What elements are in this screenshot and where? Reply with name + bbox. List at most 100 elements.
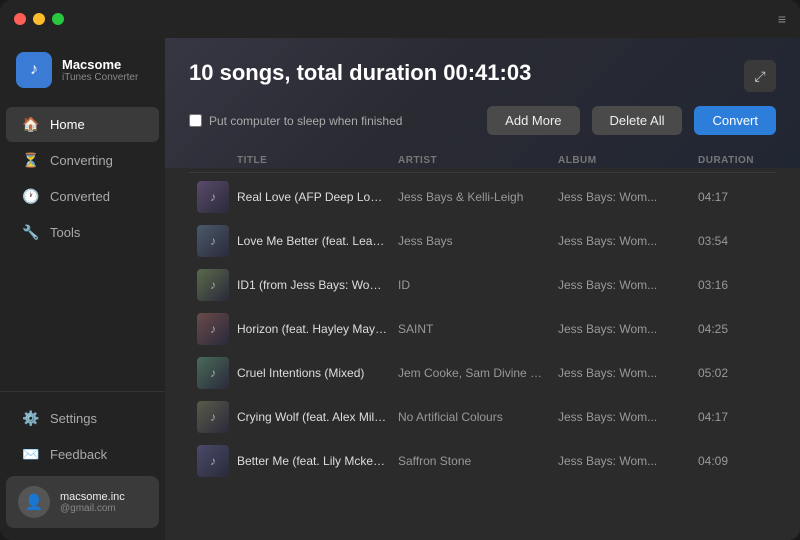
song-album-2: Jess Bays: Wom... — [558, 278, 698, 292]
song-artist-4: Jem Cooke, Sam Divine & Ha... — [398, 366, 558, 380]
song-duration-3: 04:25 — [698, 322, 768, 336]
song-thumbnail-0: ♪ — [197, 181, 229, 213]
main-content: 10 songs, total duration 00:41:03 ⤢ Put … — [165, 38, 800, 540]
song-duration-0: 04:17 — [698, 190, 768, 204]
song-thumb-inner-0: ♪ — [197, 181, 229, 213]
song-album-0: Jess Bays: Wom... — [558, 190, 698, 204]
song-duration-1: 03:54 — [698, 234, 768, 248]
song-thumb-inner-6: ♪ — [197, 445, 229, 477]
table-row[interactable]: ♪ Real Love (AFP Deep Love Mix) [Mixed] … — [189, 175, 776, 219]
app-window: ≡ ♪ Macsome iTunes Converter 🏠 Home ⏳ Co… — [0, 0, 800, 540]
sidebar-item-tools[interactable]: 🔧 Tools — [6, 215, 159, 250]
song-thumb-inner-4: ♪ — [197, 357, 229, 389]
settings-icon: ⚙️ — [22, 410, 40, 427]
song-title-3: Horizon (feat. Hayley May) [Mixed] — [237, 322, 398, 336]
add-more-button[interactable]: Add More — [487, 106, 579, 135]
th-title: TITLE — [237, 155, 398, 166]
main-header: 10 songs, total duration 00:41:03 ⤢ — [165, 38, 800, 106]
song-album-1: Jess Bays: Wom... — [558, 234, 698, 248]
converting-icon: ⏳ — [22, 152, 40, 169]
song-thumbnail-5: ♪ — [197, 401, 229, 433]
song-duration-4: 05:02 — [698, 366, 768, 380]
song-duration-2: 03:16 — [698, 278, 768, 292]
logo-text: Macsome iTunes Converter — [62, 57, 138, 83]
song-artist-3: SAINT — [398, 322, 558, 336]
traffic-lights — [14, 13, 64, 25]
feedback-icon: ✉️ — [22, 446, 40, 463]
song-thumb-inner-3: ♪ — [197, 313, 229, 345]
song-thumb-inner-1: ♪ — [197, 225, 229, 257]
sleep-checkbox-input[interactable] — [189, 114, 202, 127]
sidebar-item-feedback-label: Feedback — [50, 447, 107, 462]
home-icon: 🏠 — [22, 116, 40, 133]
sidebar-item-home[interactable]: 🏠 Home — [6, 107, 159, 142]
sidebar-item-settings[interactable]: ⚙️ Settings — [6, 401, 159, 436]
user-info: macsome.inc @gmail.com — [60, 491, 125, 514]
sidebar-bottom: ⚙️ Settings ✉️ Feedback 👤 macsome.inc @g… — [0, 391, 165, 540]
song-title-6: Better Me (feat. Lily Mckenzie) [Mixed] — [237, 454, 398, 468]
song-title-0: Real Love (AFP Deep Love Mix) [Mixed] — [237, 190, 398, 204]
menu-icon[interactable]: ≡ — [778, 11, 786, 27]
song-artist-2: ID — [398, 278, 558, 292]
sidebar-item-converting-label: Converting — [50, 153, 113, 168]
song-artist-6: Saffron Stone — [398, 454, 558, 468]
song-artist-0: Jess Bays & Kelli-Leigh — [398, 190, 558, 204]
app-name: Macsome — [62, 57, 138, 72]
sidebar-item-home-label: Home — [50, 117, 85, 132]
minimize-button[interactable] — [33, 13, 45, 25]
song-album-6: Jess Bays: Wom... — [558, 454, 698, 468]
convert-button[interactable]: Convert — [694, 106, 776, 135]
table-row[interactable]: ♪ Cruel Intentions (Mixed) Jem Cooke, Sa… — [189, 351, 776, 395]
sleep-checkbox-label[interactable]: Put computer to sleep when finished — [189, 114, 475, 128]
maximize-button[interactable] — [52, 13, 64, 25]
table-row[interactable]: ♪ Love Me Better (feat. Leah Guest) [Dub… — [189, 219, 776, 263]
song-album-3: Jess Bays: Wom... — [558, 322, 698, 336]
table-row[interactable]: ♪ ID1 (from Jess Bays: Women In Good Co.… — [189, 263, 776, 307]
sidebar-item-settings-label: Settings — [50, 411, 97, 426]
song-thumbnail-2: ♪ — [197, 269, 229, 301]
delete-all-button[interactable]: Delete All — [592, 106, 683, 135]
song-thumbnail-6: ♪ — [197, 445, 229, 477]
song-duration-5: 04:17 — [698, 410, 768, 424]
content-area: ♪ Macsome iTunes Converter 🏠 Home ⏳ Conv… — [0, 38, 800, 540]
export-button[interactable]: ⤢ — [744, 60, 776, 92]
sidebar: ♪ Macsome iTunes Converter 🏠 Home ⏳ Conv… — [0, 38, 165, 540]
th-album: ALBUM — [558, 155, 698, 166]
song-thumbnail-4: ♪ — [197, 357, 229, 389]
sidebar-item-converting[interactable]: ⏳ Converting — [6, 143, 159, 178]
logo-icon: ♪ — [16, 52, 52, 88]
sleep-label: Put computer to sleep when finished — [209, 114, 402, 128]
song-title-5: Crying Wolf (feat. Alex Mills) [Mixed] — [237, 410, 398, 424]
song-album-4: Jess Bays: Wom... — [558, 366, 698, 380]
sidebar-item-feedback[interactable]: ✉️ Feedback — [6, 437, 159, 472]
app-subtitle: iTunes Converter — [62, 72, 138, 83]
song-title-2: ID1 (from Jess Bays: Women In Good Co... — [237, 278, 398, 292]
song-title-1: Love Me Better (feat. Leah Guest) [Dub M… — [237, 234, 398, 248]
th-duration: DURATION — [698, 155, 768, 166]
close-button[interactable] — [14, 13, 26, 25]
table-row[interactable]: ♪ Better Me (feat. Lily Mckenzie) [Mixed… — [189, 439, 776, 483]
sidebar-item-tools-label: Tools — [50, 225, 80, 240]
sidebar-item-converted-label: Converted — [50, 189, 110, 204]
th-artist: ARTIST — [398, 155, 558, 166]
app-logo: ♪ Macsome iTunes Converter — [0, 38, 165, 102]
song-table: TITLE ARTIST ALBUM DURATION ♪ Real Love … — [165, 149, 800, 540]
user-profile[interactable]: 👤 macsome.inc @gmail.com — [6, 476, 159, 528]
table-row[interactable]: ♪ Crying Wolf (feat. Alex Mills) [Mixed]… — [189, 395, 776, 439]
song-artist-1: Jess Bays — [398, 234, 558, 248]
song-title-4: Cruel Intentions (Mixed) — [237, 366, 398, 380]
avatar: 👤 — [18, 486, 50, 518]
user-name: macsome.inc — [60, 491, 125, 503]
toolbar: Put computer to sleep when finished Add … — [165, 106, 800, 149]
sidebar-nav: 🏠 Home ⏳ Converting 🕐 Converted 🔧 Tools — [0, 102, 165, 391]
th-empty — [197, 155, 237, 166]
titlebar: ≡ — [0, 0, 800, 38]
song-thumb-inner-2: ♪ — [197, 269, 229, 301]
songs-list: ♪ Real Love (AFP Deep Love Mix) [Mixed] … — [189, 175, 776, 483]
tools-icon: 🔧 — [22, 224, 40, 241]
table-row[interactable]: ♪ Horizon (feat. Hayley May) [Mixed] SAI… — [189, 307, 776, 351]
page-title: 10 songs, total duration 00:41:03 — [189, 60, 531, 86]
song-thumb-inner-5: ♪ — [197, 401, 229, 433]
table-header: TITLE ARTIST ALBUM DURATION — [189, 149, 776, 173]
sidebar-item-converted[interactable]: 🕐 Converted — [6, 179, 159, 214]
